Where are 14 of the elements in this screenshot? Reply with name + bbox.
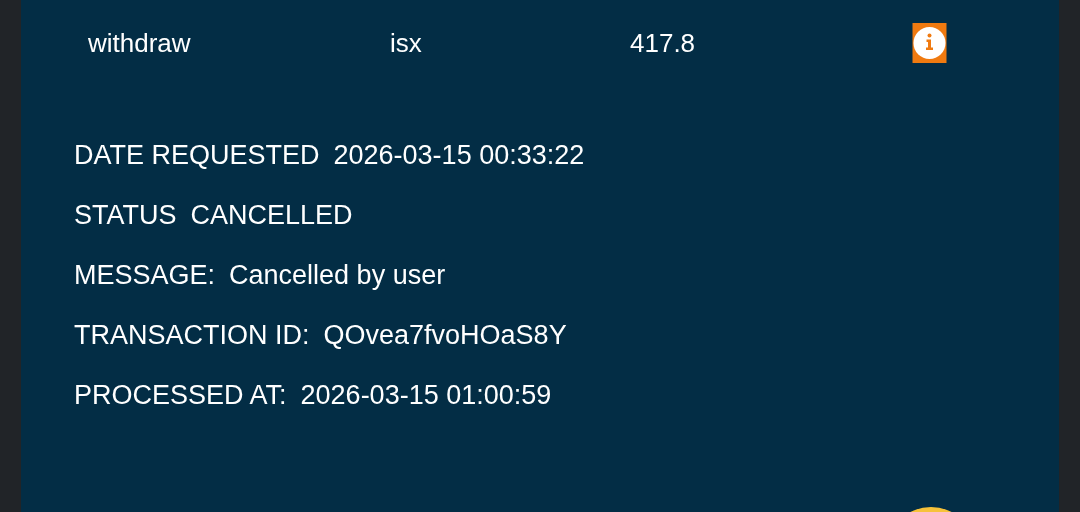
detail-label: STATUS — [74, 199, 177, 232]
detail-value: CANCELLED — [190, 199, 353, 232]
info-icon[interactable] — [912, 23, 947, 63]
transaction-type: withdraw — [88, 27, 192, 59]
detail-value: 2026-03-15 01:00:59 — [300, 379, 552, 412]
transaction-amount: 417.8 — [630, 27, 697, 59]
detail-label: TRANSACTION ID: — [74, 319, 310, 352]
detail-label: DATE REQUESTED — [74, 139, 320, 172]
detail-value: Cancelled by user — [229, 259, 446, 292]
detail-value: 2026-03-15 00:33:22 — [333, 139, 585, 172]
detail-label: PROCESSED AT: — [74, 379, 287, 412]
detail-value: QOvea7fvoHOaS8Y — [323, 319, 567, 352]
detail-label: MESSAGE: — [74, 259, 216, 292]
transaction-asset: isx — [390, 27, 423, 59]
